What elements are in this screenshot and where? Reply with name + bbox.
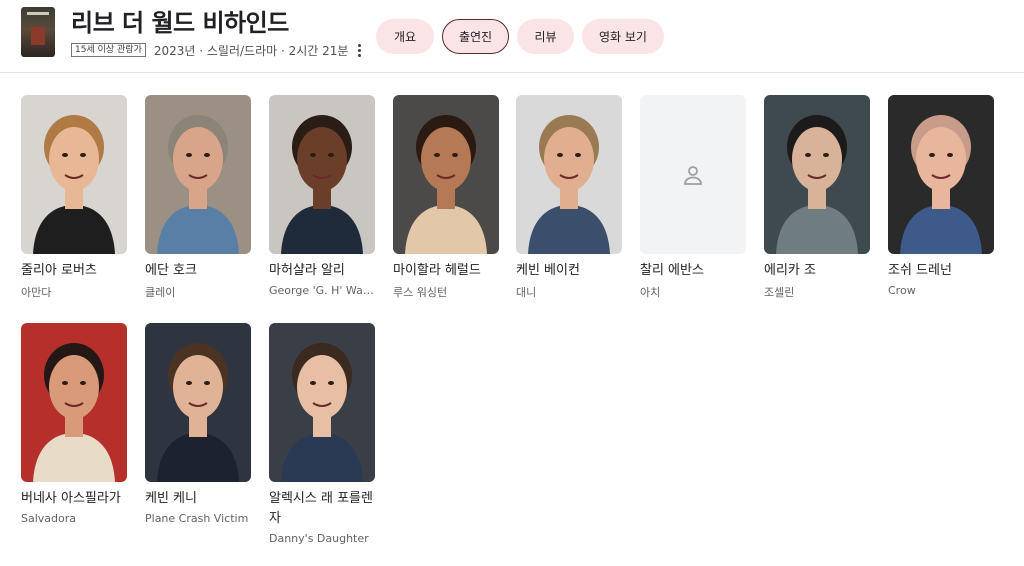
cast-role: 루스 워싱턴 xyxy=(393,286,448,299)
tab-overview[interactable]: 개요 xyxy=(376,19,434,54)
cast-name[interactable]: 알렉시스 래 포를렌자 xyxy=(269,489,379,529)
cast-role: 대니 xyxy=(516,286,537,299)
cast-role: Crow xyxy=(888,284,916,297)
cast-photo[interactable] xyxy=(764,95,870,254)
cast-role: 아만다 xyxy=(21,286,52,299)
movie-meta: 2023년 · 스릴러/드라마 · 2시간 21분 xyxy=(153,43,349,58)
cast-photo[interactable] xyxy=(888,95,994,254)
cast-photo[interactable] xyxy=(21,323,127,482)
movie-poster[interactable] xyxy=(21,7,55,57)
tab-cast[interactable]: 출연진 xyxy=(442,19,509,54)
tab-watch[interactable]: 영화 보기 xyxy=(582,19,664,54)
more-options-icon[interactable] xyxy=(358,43,362,57)
cast-photo[interactable] xyxy=(393,95,499,254)
person-icon xyxy=(684,165,702,185)
tab-reviews[interactable]: 리뷰 xyxy=(517,19,574,54)
cast-role: 조셀린 xyxy=(764,286,795,299)
cast-role: 클레이 xyxy=(145,286,176,299)
cast-role: Plane Crash Victim xyxy=(145,512,249,525)
cast-role: 아치 xyxy=(640,286,661,299)
cast-name[interactable]: 버네사 아스필라가 xyxy=(21,489,131,509)
cast-photo[interactable] xyxy=(269,323,375,482)
cast-photo[interactable] xyxy=(21,95,127,254)
section-tabs: 개요 출연진 리뷰 영화 보기 xyxy=(376,19,664,54)
photo-placeholder[interactable] xyxy=(640,95,746,254)
cast-name[interactable]: 케빈 케니 xyxy=(145,489,255,509)
cast-name[interactable]: 찰리 에반스 xyxy=(640,261,750,281)
cast-role: Danny's Daughter xyxy=(269,532,369,545)
cast-name[interactable]: 케빈 베이컨 xyxy=(516,261,626,281)
cast-photo[interactable] xyxy=(516,95,622,254)
movie-header: 리브 더 월드 비하인드 15세 이상 관람가 2023년 · 스릴러/드라마 … xyxy=(0,0,1024,73)
cast-name[interactable]: 에단 호크 xyxy=(145,261,255,281)
cast-name[interactable]: 마허샬라 알리 xyxy=(269,261,379,281)
cast-name[interactable]: 마이할라 헤럴드 xyxy=(393,261,503,281)
cast-photo[interactable] xyxy=(269,95,375,254)
movie-meta-row: 15세 이상 관람가 2023년 · 스릴러/드라마 · 2시간 21분 xyxy=(71,41,362,59)
movie-title: 리브 더 월드 비하인드 xyxy=(71,9,289,37)
cast-role: Salvadora xyxy=(21,512,77,525)
cast-photo[interactable] xyxy=(145,323,251,482)
cast-role: George 'G. H' Washington xyxy=(269,284,375,297)
cast-photo[interactable] xyxy=(145,95,251,254)
cast-name[interactable]: 조쉬 드레넌 xyxy=(888,261,998,281)
age-rating-badge: 15세 이상 관람가 xyxy=(71,43,146,57)
cast-name[interactable]: 줄리아 로버츠 xyxy=(21,261,131,281)
cast-name[interactable]: 에리카 조 xyxy=(764,261,874,281)
